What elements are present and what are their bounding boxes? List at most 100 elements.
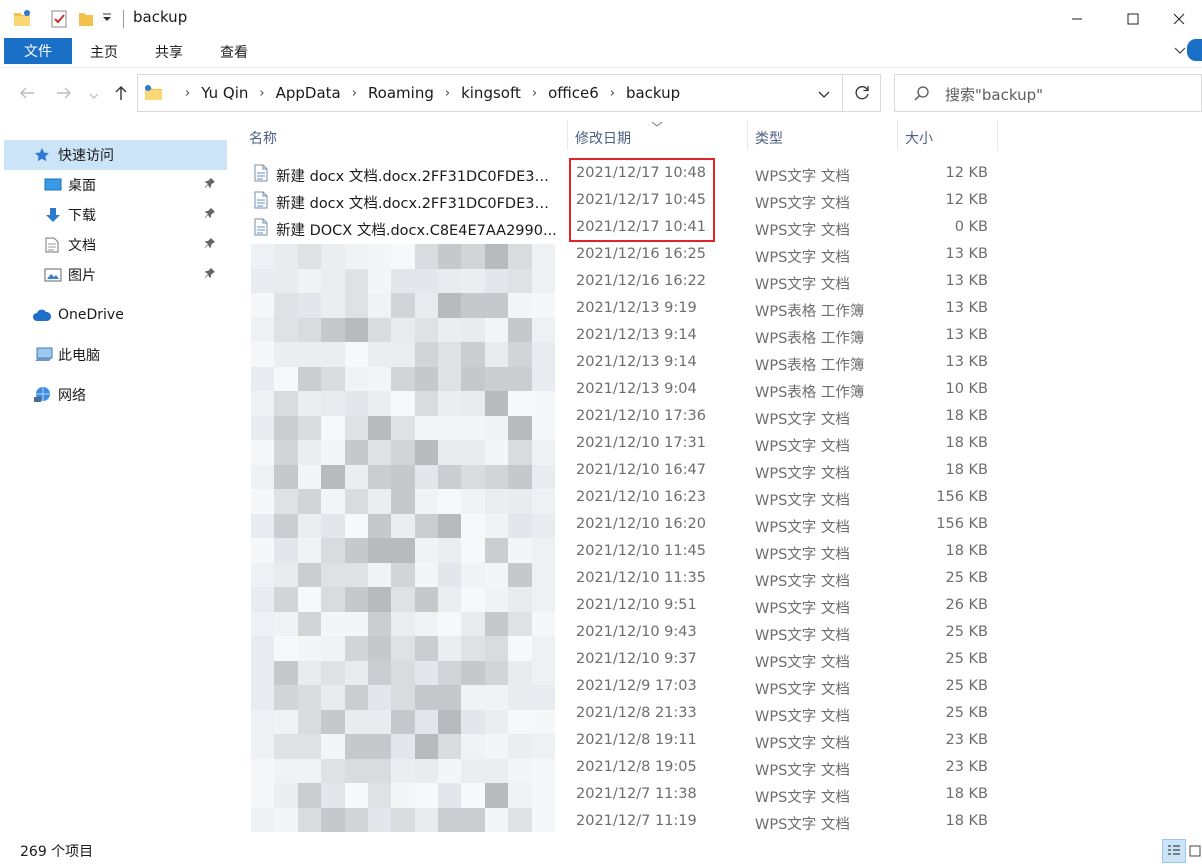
crumb-roaming[interactable]: Roaming — [368, 84, 434, 102]
sidebar-item-label: 网络 — [58, 388, 86, 404]
file-size: 13 KB — [945, 273, 988, 289]
file-date: 2021/12/10 11:35 — [576, 570, 706, 586]
tab-share[interactable]: 共享 — [155, 42, 183, 62]
help-button[interactable] — [1187, 39, 1202, 61]
crumb-kingsoft[interactable]: kingsoft — [461, 84, 521, 102]
search-icon — [913, 85, 931, 107]
pin-icon[interactable] — [204, 207, 216, 223]
chevron-right-icon[interactable]: › — [610, 86, 615, 101]
file-type: WPS表格 工作簿 — [755, 385, 865, 401]
up-arrow-icon[interactable] — [112, 84, 130, 106]
column-separator[interactable] — [747, 120, 748, 150]
column-header-size[interactable]: 大小 — [905, 128, 933, 164]
file-size: 10 KB — [945, 381, 988, 397]
address-bar[interactable]: › Yu Qin › AppData › Roaming › kingsoft … — [137, 74, 881, 112]
maximize-button[interactable] — [1110, 0, 1156, 38]
minimize-button[interactable] — [1054, 0, 1100, 38]
file-type: WPS文字 文档 — [755, 682, 850, 698]
file-size: 25 KB — [945, 570, 988, 586]
file-date: 2021/12/10 16:47 — [576, 462, 706, 478]
tab-file[interactable]: 文件 — [4, 38, 72, 64]
chevron-right-icon[interactable]: › — [352, 86, 357, 101]
file-size: 23 KB — [945, 759, 988, 775]
file-type: WPS表格 工作簿 — [755, 304, 865, 320]
back-arrow-icon[interactable] — [18, 84, 36, 106]
file-type: WPS文字 文档 — [755, 736, 850, 752]
chevron-right-icon[interactable]: › — [445, 86, 450, 101]
refresh-icon[interactable] — [852, 83, 872, 107]
file-date: 2021/12/8 19:11 — [576, 732, 697, 748]
sidebar-item-desktop[interactable]: 桌面 — [0, 170, 224, 200]
status-bar: 269 个项目 — [0, 834, 1202, 868]
sidebar-item-documents[interactable]: 文档 — [0, 230, 224, 260]
file-type: WPS文字 文档 — [755, 223, 850, 239]
crumb-backup[interactable]: backup — [626, 84, 680, 102]
properties-icon[interactable] — [50, 9, 68, 33]
sidebar-item-quick-access[interactable]: 快速访问 — [4, 140, 227, 170]
pin-icon[interactable] — [204, 267, 216, 283]
file-size: 18 KB — [945, 813, 988, 829]
customize-toolbar-icon[interactable] — [102, 12, 112, 28]
crumb-yuqin[interactable]: Yu Qin — [201, 84, 248, 102]
details-view-button[interactable] — [1162, 839, 1186, 863]
column-separator[interactable] — [997, 120, 998, 150]
search-input[interactable]: 搜索"backup" — [945, 84, 1043, 105]
download-icon — [45, 207, 61, 223]
folder-icon — [144, 84, 164, 106]
sidebar-item-onedrive[interactable]: OneDrive — [0, 300, 224, 330]
forward-arrow-icon[interactable] — [55, 84, 73, 106]
sidebar-item-downloads[interactable]: 下载 — [0, 200, 224, 230]
large-icons-view-button[interactable] — [1187, 839, 1202, 863]
sidebar-item-this-pc[interactable]: 此电脑 — [0, 340, 224, 370]
star-icon — [34, 147, 50, 163]
file-type: WPS文字 文档 — [755, 763, 850, 779]
sidebar-item-label: 此电脑 — [58, 348, 100, 364]
crumb-appdata[interactable]: AppData — [276, 84, 341, 102]
new-folder-icon[interactable] — [78, 9, 94, 33]
chevron-right-icon[interactable]: › — [532, 86, 537, 101]
column-separator[interactable] — [567, 120, 568, 150]
file-date: 2021/12/10 9:37 — [576, 651, 697, 667]
sidebar-item-network[interactable]: 网络 — [0, 380, 224, 410]
column-separator[interactable] — [897, 120, 898, 150]
document-icon — [45, 237, 59, 253]
file-type: WPS文字 文档 — [755, 574, 850, 590]
file-size: 18 KB — [945, 408, 988, 424]
file-size: 18 KB — [945, 435, 988, 451]
breadcrumb: › Yu Qin › AppData › Roaming › kingsoft … — [174, 75, 680, 111]
column-header-name[interactable]: 名称 — [249, 128, 277, 164]
file-size: 18 KB — [945, 786, 988, 802]
file-type: WPS文字 文档 — [755, 169, 850, 185]
chevron-right-icon[interactable]: › — [259, 86, 264, 101]
pin-icon[interactable] — [204, 237, 216, 253]
file-size: 156 KB — [936, 516, 988, 532]
file-type: WPS表格 工作簿 — [755, 358, 865, 374]
file-size: 13 KB — [945, 246, 988, 262]
file-size: 0 KB — [954, 219, 988, 235]
search-box[interactable]: 搜索"backup" — [894, 74, 1202, 112]
sidebar-item-label: 图片 — [68, 268, 96, 284]
crumb-office6[interactable]: office6 — [548, 84, 599, 102]
file-date: 2021/12/10 9:51 — [576, 597, 697, 613]
file-date: 2021/12/16 16:22 — [576, 273, 706, 289]
expand-ribbon-icon[interactable] — [1174, 44, 1186, 60]
file-type: WPS文字 文档 — [755, 466, 850, 482]
sidebar-item-label: 快速访问 — [58, 148, 114, 164]
sidebar-item-pictures[interactable]: 图片 — [0, 260, 224, 290]
file-type: WPS文字 文档 — [755, 709, 850, 725]
chevron-right-icon: › — [185, 85, 191, 101]
file-date: 2021/12/10 17:36 — [576, 408, 706, 424]
tab-view[interactable]: 查看 — [220, 42, 248, 62]
sidebar-item-label: OneDrive — [58, 307, 124, 323]
picture-icon — [44, 268, 62, 282]
pin-icon[interactable] — [204, 177, 216, 193]
close-button[interactable] — [1156, 0, 1202, 38]
title-separator — [123, 10, 124, 28]
sidebar-item-label: 文档 — [68, 238, 96, 254]
file-size: 13 KB — [945, 354, 988, 370]
column-header-type[interactable]: 类型 — [755, 128, 783, 164]
file-size: 18 KB — [945, 462, 988, 478]
tab-home[interactable]: 主页 — [90, 42, 118, 62]
chevron-down-icon[interactable] — [818, 88, 830, 104]
recent-locations-icon[interactable] — [89, 88, 99, 104]
